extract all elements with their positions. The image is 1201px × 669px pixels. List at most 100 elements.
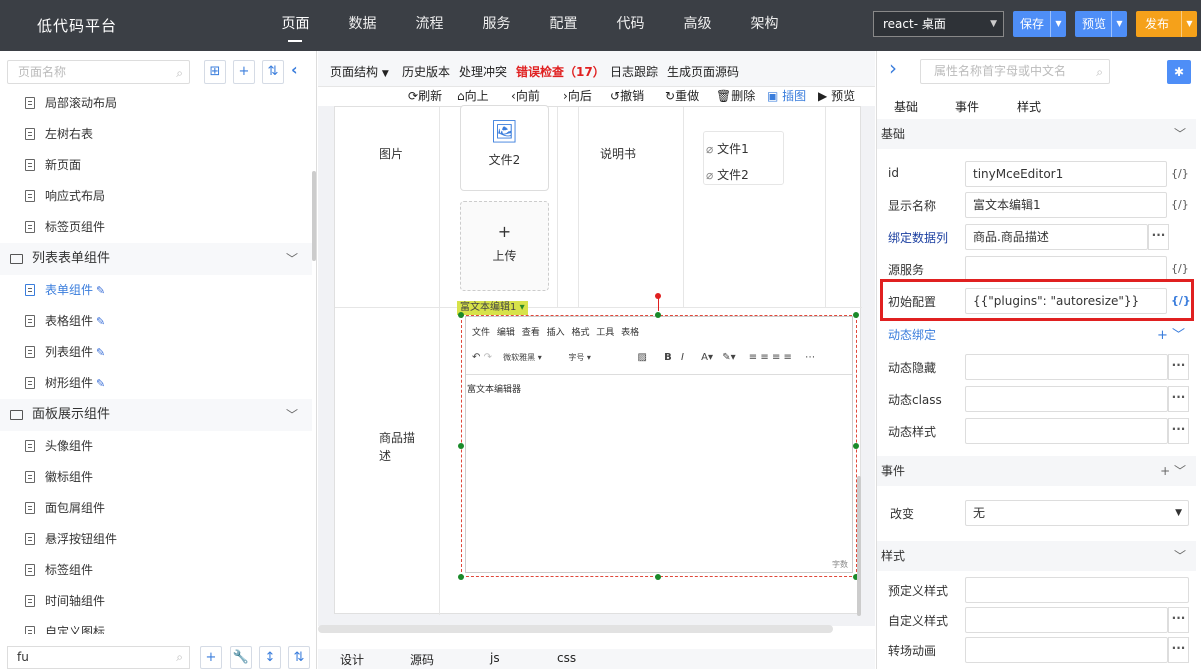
refresh-button[interactable]: ⟳刷新 <box>408 87 442 104</box>
gen-source-button[interactable]: 生成页面源码 <box>667 63 739 80</box>
tab-source[interactable]: 源码 <box>410 651 434 668</box>
attachment-item[interactable]: ⌀ 文件1 <box>706 140 749 157</box>
more-options-icon[interactable]: ··· <box>1168 354 1189 380</box>
chevron-down-icon[interactable]: ﹀ <box>286 243 298 275</box>
chevron-down-icon[interactable]: ﹀ <box>1174 119 1186 149</box>
left-scrollbar[interactable] <box>312 171 316 261</box>
edit-pencil-icon[interactable]: ✎ <box>96 377 105 390</box>
rotate-handle[interactable] <box>655 293 661 299</box>
canvas-vscroll[interactable] <box>857 476 861 616</box>
prop-label[interactable]: 绑定数据列 <box>888 229 948 246</box>
nav-code[interactable]: 代码 <box>597 0 664 51</box>
error-check-button[interactable]: 错误检查（17） <box>516 63 605 80</box>
expression-icon[interactable]: {/} <box>1171 198 1189 211</box>
add-binding-icon[interactable]: + ﹀ <box>1157 324 1185 343</box>
nav-flow[interactable]: 流程 <box>396 0 463 51</box>
edit-pencil-icon[interactable]: ✎ <box>96 315 105 328</box>
tree-item[interactable]: 列表组件 ✎ <box>0 337 312 368</box>
tree-item[interactable]: 时间轴组件 <box>0 586 312 617</box>
publish-button[interactable]: 发布 ▼ <box>1136 11 1197 37</box>
resize-handle[interactable] <box>458 312 464 318</box>
up-button[interactable]: ⌂向上 <box>457 87 489 104</box>
tree-item[interactable]: 头像组件 <box>0 431 312 462</box>
delete-button[interactable]: 🗑删除 <box>716 87 755 104</box>
tree-item[interactable]: 徽标组件 <box>0 462 312 493</box>
nav-architecture[interactable]: 架构 <box>731 0 798 51</box>
tree-item[interactable]: 面包屑组件 <box>0 493 312 524</box>
undo-icon[interactable]: ↶ <box>472 352 480 363</box>
edit-pencil-icon[interactable]: ✎ <box>96 284 105 297</box>
section-events[interactable]: 事件 + ﹀ <box>877 456 1196 486</box>
upload-button[interactable]: + 上传 <box>460 201 549 291</box>
more-options-icon[interactable]: ··· <box>1168 637 1189 663</box>
font-color-icon[interactable]: A▾ <box>701 352 713 363</box>
more-options-icon[interactable]: ··· <box>1168 386 1189 412</box>
align-right-icon[interactable]: ≡ <box>772 352 780 363</box>
collapse-left-icon[interactable]: ‹ <box>291 60 298 79</box>
dyn-style-input[interactable] <box>965 418 1168 444</box>
resize-handle[interactable] <box>853 312 859 318</box>
section-styles[interactable]: 样式 ﹀ <box>877 541 1196 571</box>
tree-item[interactable]: 局部滚动布局 <box>0 91 312 119</box>
expand-right-icon[interactable]: › <box>889 56 897 80</box>
nav-data[interactable]: 数据 <box>329 0 396 51</box>
editor-menubar[interactable]: 文件 编辑 查看 插入 格式 工具 表格 <box>472 325 639 338</box>
tab-styles[interactable]: 样式 <box>1017 98 1041 115</box>
file-thumbnail[interactable]: 🖼 文件2 <box>460 105 549 191</box>
more-options-icon[interactable]: ··· <box>1148 224 1169 250</box>
caret-down-icon[interactable]: ▼ <box>1050 11 1066 37</box>
chevron-down-icon[interactable]: ﹀ <box>1174 541 1186 571</box>
sort-icon[interactable]: ⇅ <box>288 646 310 669</box>
preview-button[interactable]: 预览 ▼ <box>1075 11 1127 37</box>
history-button[interactable]: 历史版本 <box>402 63 450 80</box>
tree-item[interactable]: 表格组件 ✎ <box>0 306 312 337</box>
dyn-class-input[interactable] <box>965 386 1168 412</box>
rich-text-editor-selection[interactable]: 文件 编辑 查看 插入 格式 工具 表格 ↶ ↷ 微软雅黑 ▾ 字号 ▾ ▨ B… <box>461 315 857 577</box>
tab-js[interactable]: js <box>490 651 500 665</box>
change-event-select[interactable]: 无 ▼ <box>965 500 1189 526</box>
tree-item[interactable]: 标签页组件 <box>0 212 312 243</box>
property-search-input[interactable]: 属性名称首字母或中文名 ⌕ <box>920 59 1110 84</box>
page-search-input[interactable]: 页面名称 ⌕ <box>7 60 190 84</box>
tree-item[interactable]: 新页面 <box>0 150 312 181</box>
tab-design[interactable]: 设计 <box>340 651 364 668</box>
more-icon[interactable]: ⋯ <box>805 352 815 363</box>
resize-handle[interactable] <box>458 443 464 449</box>
resize-handle[interactable] <box>458 574 464 580</box>
editor-toolbar[interactable]: ↶ ↷ 微软雅黑 ▾ 字号 ▾ ▨ B I A▾ ✎▾ ≡ ≡ ≡ ≡ ⋯ <box>472 352 815 363</box>
undo-button[interactable]: ↺撤销 <box>610 87 644 104</box>
tree-item[interactable]: 自定义图标 <box>0 617 312 634</box>
italic-icon[interactable]: I <box>681 352 684 363</box>
gear-icon[interactable]: ✱ <box>1167 60 1191 84</box>
env-select[interactable]: react- 桌面 ▼ <box>873 11 1004 37</box>
tree-item-selected[interactable]: 表单组件 ✎ <box>0 275 312 306</box>
tab-basic[interactable]: 基础 <box>894 98 918 115</box>
prop-bind-column-input[interactable]: 商品.商品描述 <box>965 224 1148 250</box>
prop-id-input[interactable]: tinyMceEditor1 <box>965 161 1167 187</box>
tree-item[interactable]: 树形组件 ✎ <box>0 368 312 399</box>
conflict-button[interactable]: 处理冲突 <box>459 63 507 80</box>
next-button[interactable]: ›向后 <box>563 87 592 104</box>
font-size-select[interactable]: 字号 ▾ <box>568 352 624 363</box>
nav-advanced[interactable]: 高级 <box>664 0 731 51</box>
caret-down-icon[interactable]: ▼ <box>1111 11 1127 37</box>
line-spacing-icon[interactable]: ↕ <box>259 646 281 669</box>
add-icon[interactable]: + <box>233 60 255 84</box>
page-structure-button[interactable]: 页面结构 ▼ <box>330 63 389 80</box>
save-button[interactable]: 保存 ▼ <box>1013 11 1066 37</box>
preview-toggle-button[interactable]: ▶ 预览 <box>818 87 855 104</box>
align-justify-icon[interactable]: ≡ <box>784 352 792 363</box>
add-chevron-icon[interactable]: + ﹀ <box>1160 456 1186 486</box>
custom-style-input[interactable] <box>965 607 1168 633</box>
tree-item[interactable]: 悬浮按钮组件 <box>0 524 312 555</box>
sort-icon[interactable]: ⇅ <box>262 60 284 84</box>
tab-css[interactable]: css <box>557 651 576 665</box>
dyn-hidden-input[interactable] <box>965 354 1168 380</box>
editor-content[interactable]: 富文本编辑器 <box>467 382 521 395</box>
redo-icon[interactable]: ↷ <box>484 352 492 363</box>
format-icon[interactable]: ▨ <box>638 352 647 363</box>
insert-image-button[interactable]: ▣ 插图 <box>767 87 806 104</box>
rich-text-editor[interactable]: 文件 编辑 查看 插入 格式 工具 表格 ↶ ↷ 微软雅黑 ▾ 字号 ▾ ▨ B… <box>465 316 853 573</box>
add-icon[interactable]: + <box>200 646 222 669</box>
tree-group-list-form[interactable]: 列表表单组件 ﹀ <box>0 243 312 275</box>
